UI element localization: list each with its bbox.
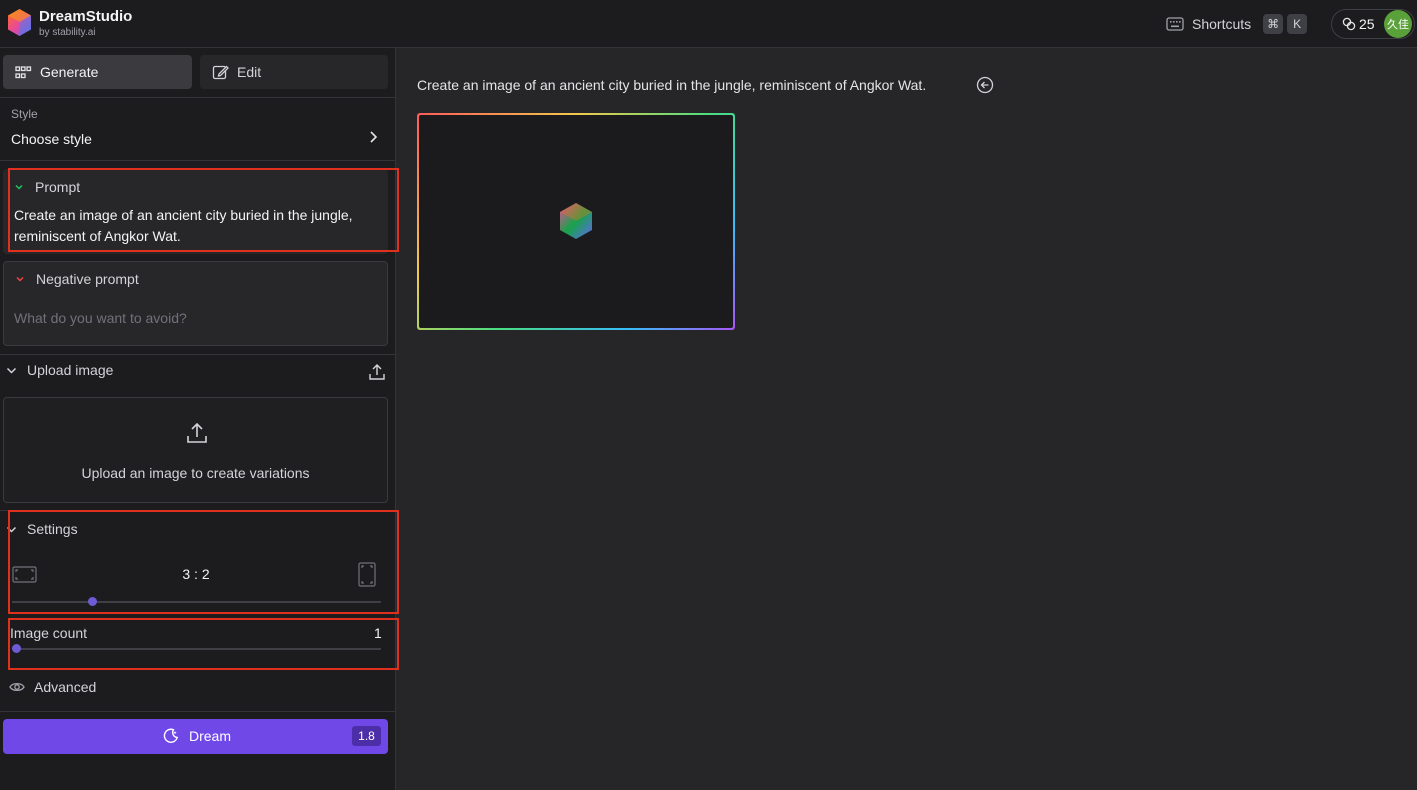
top-bar: DreamStudio by stability.ai Shortcuts ⌘ … xyxy=(0,0,1417,48)
moon-icon xyxy=(163,728,179,743)
generation-prompt-text: Create an image of an ancient city burie… xyxy=(417,77,927,93)
negative-prompt-toggle[interactable]: Negative prompt xyxy=(14,271,139,287)
tab-edit[interactable]: Edit xyxy=(200,55,388,89)
portrait-ratio-icon[interactable] xyxy=(358,562,376,587)
advanced-label: Advanced xyxy=(34,679,97,695)
upload-icon[interactable] xyxy=(368,363,386,381)
chevron-down-icon xyxy=(15,184,23,190)
k-key: K xyxy=(1287,14,1308,34)
edit-icon xyxy=(212,65,229,79)
negative-prompt-panel: Negative prompt xyxy=(3,261,388,346)
chevron-right-icon xyxy=(370,131,378,143)
cmd-key: ⌘ xyxy=(1263,14,1284,34)
tab-generate-label: Generate xyxy=(40,64,99,80)
eye-icon xyxy=(9,682,25,692)
brand-name: DreamStudio xyxy=(39,8,133,25)
dream-button[interactable]: Dream 1.8 xyxy=(3,719,388,754)
aspect-ratio-slider[interactable] xyxy=(12,601,381,603)
credits-count: 25 xyxy=(1359,16,1375,32)
dreamstudio-logo xyxy=(8,9,31,36)
tab-edit-label: Edit xyxy=(237,64,262,80)
aspect-ratio-value: 3 : 2 xyxy=(182,566,210,582)
keyboard-icon xyxy=(1166,17,1184,31)
dream-cost-badge: 1.8 xyxy=(352,726,381,746)
upload-dropzone-text: Upload an image to create variations xyxy=(81,465,310,481)
dream-button-content: Dream xyxy=(163,728,231,744)
grid-icon xyxy=(15,65,32,78)
image-placeholder xyxy=(419,115,733,328)
prompt-panel: Prompt Create an image of an ancient cit… xyxy=(3,169,388,254)
aspect-ratio-slider-thumb[interactable] xyxy=(87,597,97,606)
sidebar: Generate Edit Style Choose style Prompt … xyxy=(0,48,399,790)
shortcuts-button[interactable]: Shortcuts ⌘ K xyxy=(1166,12,1308,36)
upload-dropzone[interactable]: Upload an image to create variations xyxy=(3,397,388,503)
style-label: Style xyxy=(11,107,38,121)
upload-image-label: Upload image xyxy=(27,362,114,378)
image-count-slider-thumb[interactable] xyxy=(12,644,21,653)
upload-image-toggle[interactable]: Upload image xyxy=(5,362,113,378)
style-value: Choose style xyxy=(11,131,92,147)
chevron-down-icon xyxy=(16,276,24,282)
image-count-slider[interactable] xyxy=(12,648,381,650)
loading-hexagon-icon xyxy=(560,203,592,239)
tab-generate[interactable]: Generate xyxy=(3,55,192,89)
divider xyxy=(0,510,396,511)
image-count-label: Image count xyxy=(10,625,88,641)
style-selector[interactable]: Choose style xyxy=(0,122,396,154)
reuse-prompt-icon[interactable] xyxy=(976,76,994,94)
divider xyxy=(0,97,396,98)
shortcuts-label: Shortcuts xyxy=(1192,16,1252,32)
advanced-toggle[interactable]: Advanced xyxy=(9,679,96,695)
generating-image-card[interactable] xyxy=(417,113,735,330)
user-avatar[interactable]: 久佳 xyxy=(1384,10,1412,38)
upload-icon xyxy=(187,422,207,443)
negative-prompt-label: Negative prompt xyxy=(36,271,139,287)
coins-icon xyxy=(1342,17,1356,31)
divider xyxy=(0,160,396,161)
settings-label: Settings xyxy=(27,521,78,537)
brand-subtitle: by stability.ai xyxy=(39,27,96,38)
chevron-down-icon xyxy=(6,526,17,533)
chevron-down-icon xyxy=(6,367,17,374)
divider xyxy=(0,354,396,355)
prompt-toggle[interactable]: Prompt xyxy=(13,179,80,195)
prompt-input[interactable]: Create an image of an ancient city burie… xyxy=(14,205,382,247)
settings-toggle[interactable]: Settings xyxy=(5,521,78,537)
prompt-label: Prompt xyxy=(35,179,81,195)
dream-label: Dream xyxy=(189,728,232,744)
divider xyxy=(0,711,396,712)
negative-prompt-input[interactable] xyxy=(14,298,379,338)
image-count-value: 1 xyxy=(374,625,382,641)
